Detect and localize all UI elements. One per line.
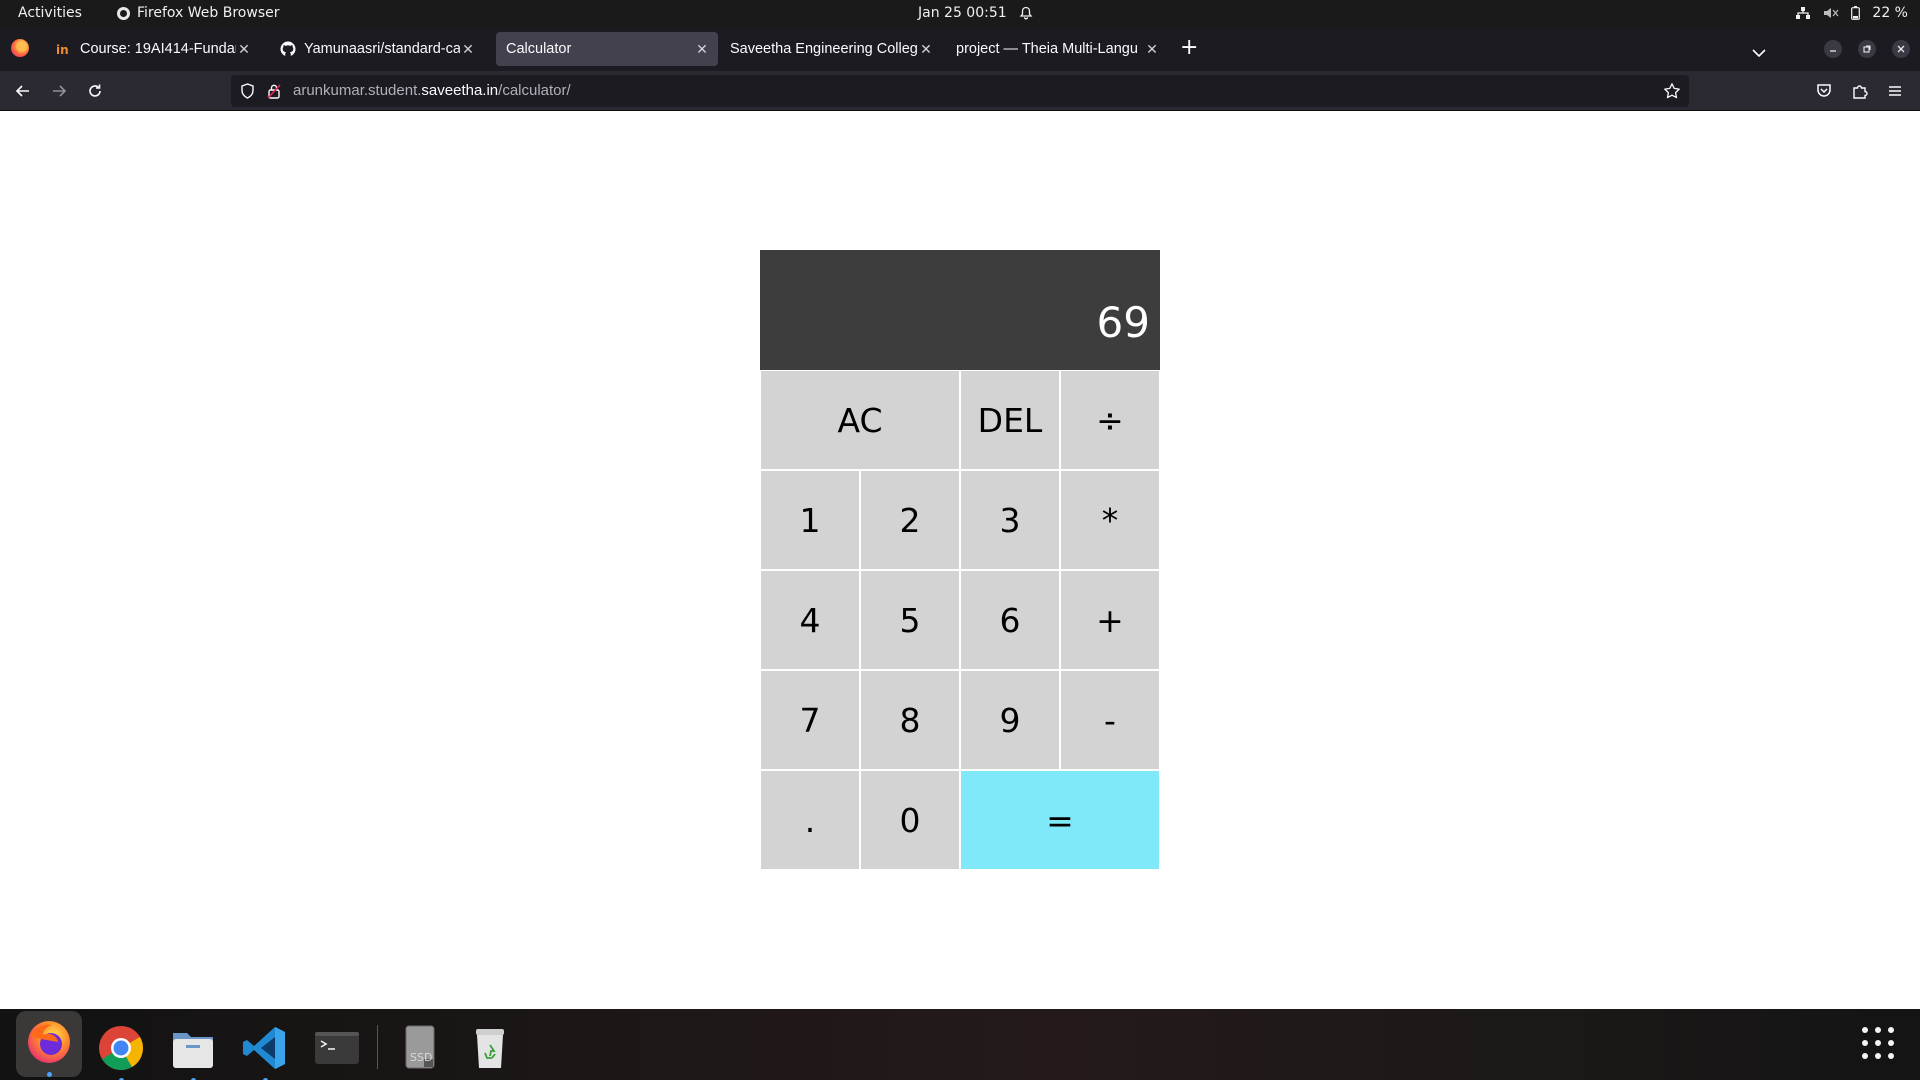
dock-firefox[interactable] <box>16 1011 82 1077</box>
bookmark-star-icon[interactable] <box>1663 82 1681 104</box>
system-tray[interactable]: 22 % <box>1795 5 1908 21</box>
plus-button[interactable]: + <box>1060 570 1160 670</box>
tab-calculator[interactable]: Calculator ✕ <box>496 32 718 66</box>
dock-vscode[interactable] <box>232 1017 298 1080</box>
datetime-label: Jan 25 00:51 <box>918 5 1007 21</box>
digit-0-button[interactable]: 0 <box>860 770 960 870</box>
new-tab-plus-icon[interactable]: + <box>1180 37 1198 59</box>
divide-button[interactable]: ÷ <box>1060 370 1160 470</box>
tab-title: Course: 19AI414-Fundam <box>80 41 236 57</box>
back-arrow-icon[interactable] <box>14 82 32 100</box>
svg-text:in: in <box>56 43 69 55</box>
running-indicator <box>47 1072 52 1077</box>
show-applications-grid-icon[interactable] <box>1862 1027 1896 1061</box>
pocket-icon[interactable] <box>1815 82 1833 104</box>
digit-6-button[interactable]: 6 <box>960 570 1060 670</box>
tab-title: Calculator <box>506 41 572 57</box>
close-tab-icon[interactable]: ✕ <box>460 41 476 58</box>
extensions-puzzle-icon[interactable] <box>1851 82 1869 104</box>
close-tab-icon[interactable]: ✕ <box>1144 41 1160 58</box>
tab-title: project — Theia Multi-Langu <box>956 41 1138 57</box>
close-tab-icon[interactable]: ✕ <box>918 41 934 58</box>
multiply-button[interactable]: * <box>1060 470 1160 570</box>
files-icon <box>168 1023 218 1077</box>
tab-title: Saveetha Engineering Colleg <box>730 41 918 57</box>
calculator-keypad: AC DEL ÷ 1 2 3 * 4 5 6 + 7 8 9 - . 0 = <box>760 370 1160 870</box>
digit-2-button[interactable]: 2 <box>860 470 960 570</box>
firefox-view-icon[interactable] <box>11 39 29 57</box>
restore-window-icon[interactable] <box>1858 40 1876 58</box>
url-text[interactable]: arunkumar.student.saveetha.in/calculator… <box>293 82 571 99</box>
dock-trash[interactable] <box>457 1017 523 1080</box>
list-all-tabs-chevron-icon[interactable] <box>1752 43 1766 62</box>
trash-icon <box>465 1023 515 1077</box>
digit-8-button[interactable]: 8 <box>860 670 960 770</box>
close-window-icon[interactable] <box>1892 40 1910 58</box>
app-menu[interactable]: Firefox Web Browser <box>117 5 280 21</box>
network-icon <box>1795 6 1811 20</box>
app-menu-label: Firefox Web Browser <box>137 5 280 21</box>
digit-1-button[interactable]: 1 <box>760 470 860 570</box>
vscode-icon <box>240 1023 290 1077</box>
calculator-display: 69 <box>760 250 1160 370</box>
github-icon <box>280 41 296 57</box>
terminal-icon <box>312 1023 362 1077</box>
clock[interactable]: Jan 25 00:51 <box>918 5 1033 21</box>
battery-icon <box>1851 6 1861 20</box>
hamburger-menu-icon[interactable] <box>1886 82 1904 104</box>
dock-terminal[interactable] <box>304 1017 370 1080</box>
tab-saveetha[interactable]: Saveetha Engineering Colleg ✕ <box>720 32 942 66</box>
close-tab-icon[interactable]: ✕ <box>236 41 252 58</box>
address-bar[interactable]: arunkumar.student.saveetha.in/calculator… <box>231 75 1689 107</box>
tracking-protection-shield-icon[interactable] <box>240 83 255 103</box>
delete-button[interactable]: DEL <box>960 370 1060 470</box>
notification-bell-icon <box>1019 6 1033 20</box>
tab-title: Yamunaasri/standard-cal <box>304 41 460 57</box>
navigation-toolbar: arunkumar.student.saveetha.in/calculator… <box>0 71 1920 111</box>
forward-arrow-icon[interactable] <box>50 82 68 100</box>
digit-3-button[interactable]: 3 <box>960 470 1060 570</box>
tab-strip: in Course: 19AI414-Fundam ✕ Yamunaasri/s… <box>0 27 1920 71</box>
calculator: 69 AC DEL ÷ 1 2 3 * 4 5 6 + 7 8 9 - . 0 … <box>760 250 1160 870</box>
url-domain: saveetha.in <box>421 82 499 99</box>
saveetha-favicon: in <box>56 41 72 57</box>
dock-files[interactable] <box>160 1017 226 1080</box>
ssd-drive-icon: SSD <box>394 1023 444 1077</box>
battery-percent: 22 % <box>1872 5 1908 21</box>
dock-separator <box>377 1025 378 1069</box>
volume-muted-icon <box>1823 6 1839 20</box>
clear-all-button[interactable]: AC <box>760 370 960 470</box>
reload-icon[interactable] <box>86 82 104 100</box>
minimize-window-icon[interactable] <box>1824 40 1842 58</box>
activities-button[interactable]: Activities <box>18 5 82 21</box>
ubuntu-dock: SSD <box>0 1009 1920 1080</box>
minus-button[interactable]: - <box>1060 670 1160 770</box>
dock-ssd-drive[interactable]: SSD <box>386 1017 452 1080</box>
tab-course[interactable]: in Course: 19AI414-Fundam ✕ <box>46 32 260 66</box>
digit-5-button[interactable]: 5 <box>860 570 960 670</box>
digit-9-button[interactable]: 9 <box>960 670 1060 770</box>
firefox-small-icon <box>117 6 130 20</box>
digit-4-button[interactable]: 4 <box>760 570 860 670</box>
chrome-icon <box>96 1023 146 1077</box>
gnome-top-bar: Activities Firefox Web Browser Jan 25 00… <box>0 0 1920 27</box>
url-prefix: arunkumar.student. <box>293 82 422 99</box>
ssd-label: SSD <box>410 1051 432 1064</box>
close-tab-icon[interactable]: ✕ <box>694 41 710 58</box>
dock-chrome[interactable] <box>88 1017 154 1080</box>
digit-7-button[interactable]: 7 <box>760 670 860 770</box>
url-path: /calculator/ <box>498 82 571 99</box>
tab-theia-project[interactable]: project — Theia Multi-Langu ✕ <box>946 32 1168 66</box>
tab-github[interactable]: Yamunaasri/standard-cal ✕ <box>270 32 484 66</box>
equals-button[interactable]: = <box>960 770 1160 870</box>
decimal-point-button[interactable]: . <box>760 770 860 870</box>
firefox-icon <box>24 1017 74 1071</box>
insecure-lock-icon[interactable] <box>267 83 281 103</box>
